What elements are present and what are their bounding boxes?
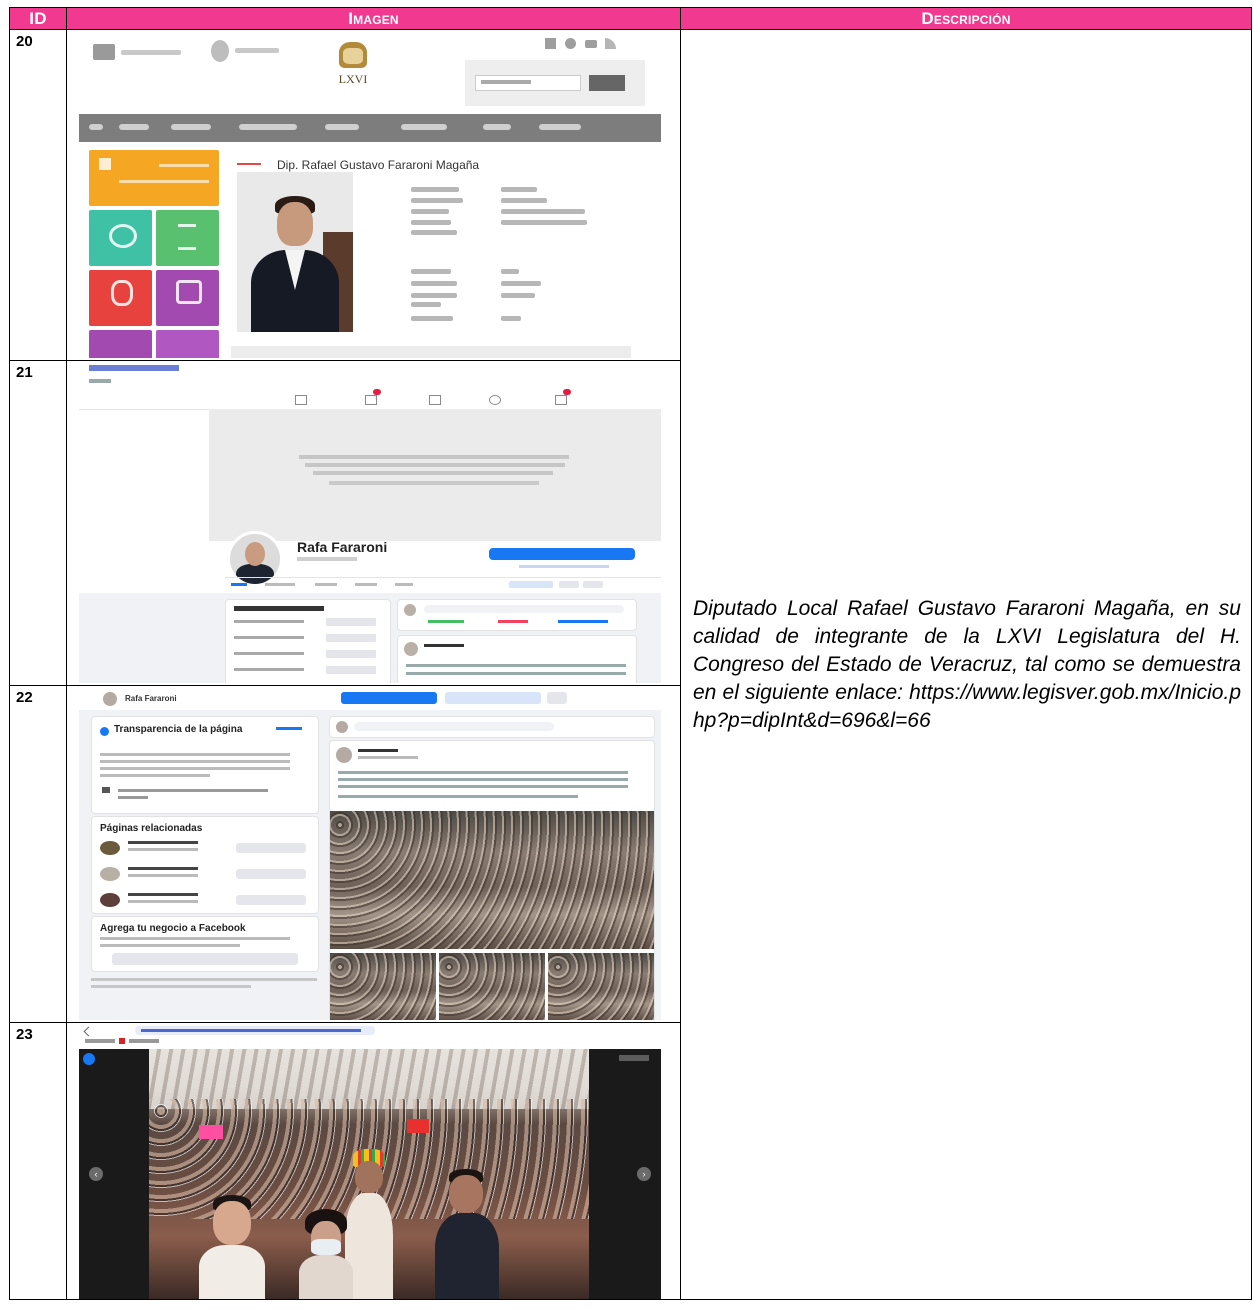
home-icon[interactable]: [295, 395, 307, 405]
screenshot-photo-viewer: ‹ ›: [79, 1025, 661, 1299]
deputy-photo: [237, 172, 353, 332]
tile-teal[interactable]: [89, 210, 152, 266]
create-post-panel[interactable]: [329, 716, 655, 738]
zoom-icon[interactable]: [619, 1055, 649, 1061]
description-text: Diputado Local Rafael Gustavo Fararoni M…: [693, 596, 1241, 732]
like-button[interactable]: [445, 692, 541, 704]
header-image: Imagen: [66, 7, 681, 30]
post-panel: [397, 635, 637, 683]
page-tabs[interactable]: [225, 577, 661, 592]
row-id: 22: [9, 685, 67, 1023]
evidence-table: ID Imagen Descripción 20 LXVI Dip. Rafae…: [9, 7, 1252, 1300]
next-arrow-icon[interactable]: ›: [637, 1167, 651, 1181]
url-bar[interactable]: [135, 1026, 375, 1035]
related-pages-panel: Páginas relacionadas: [91, 816, 319, 914]
deputy-name: Dip. Rafael Gustavo Fararoni Magaña: [277, 158, 480, 172]
photo-viewer: ‹ ›: [79, 1049, 661, 1299]
tile-red[interactable]: [89, 270, 152, 326]
rss-icon[interactable]: [605, 38, 616, 49]
tile-purple-doc[interactable]: [89, 330, 152, 358]
tile-purple-chat[interactable]: [156, 270, 219, 326]
questions-panel: [225, 599, 391, 683]
facebook-icon[interactable]: [545, 38, 556, 49]
cover-photo[interactable]: [209, 409, 661, 541]
facebook-header-strip: Rafa Fararoni: [79, 688, 661, 710]
image-cell: Rafa Fararoni Transparencia de la página: [66, 685, 681, 1023]
image-cell: ‹ ›: [66, 1022, 681, 1300]
screenshot-facebook-profile: Rafa Fararoni: [79, 363, 661, 683]
browser-toolbar: [79, 1025, 661, 1050]
post-photo[interactable]: [330, 811, 654, 949]
site-nav-bar[interactable]: [79, 114, 661, 142]
gaming-icon[interactable]: [555, 395, 567, 405]
post-photo-thumb[interactable]: [548, 953, 654, 1020]
groups-icon[interactable]: [489, 395, 501, 405]
header-id: ID: [9, 7, 67, 30]
site-search-input[interactable]: [465, 60, 645, 106]
screenshot-facebook-feed: Rafa Fararoni Transparencia de la página: [79, 688, 661, 1020]
like-related-button[interactable]: [236, 895, 306, 905]
table-header-row: ID Imagen Descripción: [9, 7, 1252, 30]
image-cell: LXVI Dip. Rafael Gustavo Fararoni Magaña: [66, 29, 681, 361]
tile-purple-search[interactable]: [156, 330, 219, 358]
back-icon[interactable]: [83, 1026, 94, 1037]
viewer-photo: [149, 1049, 589, 1299]
screenshot-congress-profile: LXVI Dip. Rafael Gustavo Fararoni Magaña: [79, 32, 661, 358]
youtube-icon[interactable]: [585, 40, 597, 48]
table-row: 20 LXVI Dip. Rafael Gustavo Fararoni Mag…: [9, 29, 1252, 1300]
post-photo-thumb[interactable]: [330, 953, 436, 1020]
close-icon[interactable]: [83, 1053, 95, 1065]
twitter-icon[interactable]: [565, 38, 576, 49]
site-header: LXVI: [79, 32, 661, 114]
tile-green[interactable]: [156, 210, 219, 266]
red-sign: [407, 1119, 429, 1133]
page-name: Rafa Fararoni: [297, 539, 388, 555]
row-id: 23: [9, 1022, 67, 1300]
send-message-button[interactable]: [489, 548, 635, 560]
description-cell: Diputado Local Rafael Gustavo Fararoni M…: [680, 29, 1252, 1300]
previous-arrow-icon[interactable]: ‹: [89, 1167, 103, 1181]
image-cell: Rafa Fararoni: [66, 360, 681, 686]
marketplace-icon[interactable]: [429, 395, 441, 405]
tile-orange[interactable]: [89, 150, 219, 206]
create-page-button[interactable]: [112, 953, 298, 965]
social-icons[interactable]: [545, 38, 625, 52]
browser-url-bar[interactable]: [89, 365, 179, 371]
row-id: 21: [9, 360, 67, 686]
post-photo-thumb[interactable]: [439, 953, 545, 1020]
committees-bar[interactable]: [231, 346, 631, 358]
create-post-panel[interactable]: [397, 599, 637, 631]
send-message-button[interactable]: [341, 692, 437, 704]
header-description: Descripción: [680, 7, 1252, 30]
add-business-panel: Agrega tu negocio a Facebook: [91, 916, 319, 972]
evidence-page: ID Imagen Descripción 20 LXVI Dip. Rafae…: [9, 7, 1252, 1307]
congress-logo: LXVI: [333, 42, 373, 98]
like-related-button[interactable]: [236, 843, 306, 853]
info-icon: [100, 727, 109, 736]
facebook-topbar: [79, 363, 661, 410]
like-related-button[interactable]: [236, 869, 306, 879]
title-accent: [237, 163, 261, 165]
video-icon[interactable]: [365, 395, 377, 405]
row-id: 20: [9, 29, 67, 361]
pink-sign: [199, 1125, 223, 1139]
post-panel: [329, 740, 655, 1020]
transparency-panel: Transparencia de la página: [91, 716, 319, 814]
search-button[interactable]: [589, 75, 625, 91]
